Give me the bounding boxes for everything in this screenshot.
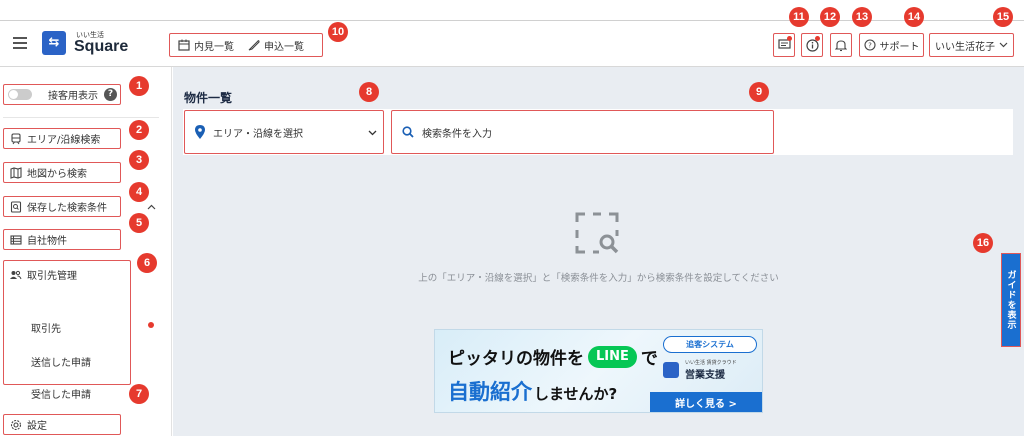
sidebar-subitem-sent-requests[interactable]: 送信した申請	[31, 354, 91, 369]
sidebar-subitem-partners[interactable]: 取引先	[31, 320, 61, 335]
message-button[interactable]	[773, 33, 795, 57]
search-placeholder: 検索条件を入力	[422, 128, 492, 140]
sidebar-item-area-search[interactable]: エリア/沿線検索	[3, 128, 121, 149]
page-title: 物件一覧	[184, 91, 233, 105]
annotation-badge: 6	[137, 253, 157, 273]
notification-button[interactable]	[830, 33, 852, 57]
people-icon	[10, 270, 22, 279]
viewing-list-link[interactable]: 内見一覧	[178, 38, 234, 53]
quick-links: 内見一覧 申込一覧	[169, 33, 323, 57]
customer-mode-toggle[interactable]: 接客用表示 ?	[3, 84, 121, 105]
line-promo-banner[interactable]: ピッタリの物件を LINE で 自動紹介 しませんか? 追客システム いい生活 …	[434, 329, 763, 413]
chevron-down-icon	[368, 130, 377, 136]
bell-icon	[835, 39, 847, 51]
annotation-badge: 7	[129, 384, 149, 404]
annotation-badge: 16	[973, 233, 993, 253]
annotation-badge: 1	[129, 76, 149, 96]
banner-subheadline: 自動紹介 しませんか?	[448, 376, 617, 406]
notification-dot	[148, 322, 154, 328]
chevron-down-icon	[999, 42, 1008, 48]
banner-text-b: で	[640, 349, 658, 369]
customer-mode-label: 接客用表示	[48, 91, 98, 102]
location-pin-icon	[195, 125, 205, 139]
empty-state-message: 上の「エリア・沿線を選択」と「検索条件を入力」から検索条件を設定してください	[418, 273, 779, 284]
banner-cta-button[interactable]: 詳しく見る >	[650, 392, 762, 412]
help-circle-icon: ?	[863, 39, 876, 51]
brand-name[interactable]: Square	[74, 38, 128, 56]
area-line-select[interactable]: エリア・沿線を選択	[184, 110, 384, 154]
sidebar-item-saved-search[interactable]: 保存した検索条件	[3, 196, 121, 217]
sidebar-item-label: 保存した検索条件	[27, 203, 107, 214]
train-icon	[11, 132, 21, 144]
top-header: ⇆ いい生活 Square 内見一覧 申込一覧 ? サポート いい生活花子	[0, 21, 1024, 67]
sidebar-item-map-search[interactable]: 地図から検索	[3, 162, 121, 183]
annotation-badge: 11	[789, 7, 809, 27]
banner-brand: いい生活 賃貸クラウド 営業支援	[663, 359, 757, 381]
search-bar: エリア・沿線を選択 検索条件を入力	[183, 109, 1013, 155]
banner-text-c: しませんか?	[534, 385, 618, 403]
banner-brand-small: いい生活 賃貸クラウド	[685, 360, 737, 366]
sidebar-item-label: エリア/沿線検索	[27, 135, 101, 146]
annotation-badge: 13	[852, 7, 872, 27]
map-icon	[10, 166, 22, 179]
sidebar-item-own-properties[interactable]: 自社物件	[3, 229, 121, 250]
support-label: サポート	[879, 41, 920, 53]
quill-icon	[248, 40, 260, 51]
notification-dot	[787, 36, 792, 41]
calendar-icon	[178, 39, 190, 51]
list-icon	[10, 234, 22, 245]
banner-highlight: 自動紹介	[448, 380, 532, 404]
annotation-badge: 4	[129, 182, 149, 202]
svg-text:?: ?	[868, 42, 872, 50]
annotation-badge: 9	[749, 82, 769, 102]
user-menu[interactable]: いい生活花子	[929, 33, 1014, 57]
menu-icon[interactable]	[13, 37, 27, 49]
search-condition-input[interactable]: 検索条件を入力	[391, 110, 774, 154]
sidebar-item-label: 自社物件	[27, 236, 67, 247]
app-window: ⇆ いい生活 Square 内見一覧 申込一覧 ? サポート いい生活花子 接客…	[0, 20, 1024, 436]
sidebar-subitem-received-requests[interactable]: 受信した申請	[31, 386, 91, 401]
viewing-list-label: 内見一覧	[194, 41, 234, 53]
annotation-badge: 3	[129, 150, 149, 170]
brand-logo-icon: ⇆	[42, 31, 66, 55]
annotation-badge: 10	[328, 22, 348, 42]
toggle-switch[interactable]	[8, 89, 32, 100]
sidebar-item-label: 地図から検索	[27, 169, 87, 180]
application-list-label: 申込一覧	[264, 41, 304, 53]
brand-logo-icon	[663, 362, 679, 378]
sidebar-item-partner-management[interactable]: 取引先管理	[3, 264, 121, 285]
main-content: 物件一覧 エリア・沿線を選択 検索条件を入力 上の「エリア・沿線を選択」と「検索…	[173, 67, 1024, 436]
divider	[3, 117, 159, 118]
annotation-badge: 8	[359, 82, 379, 102]
support-button[interactable]: ? サポート	[859, 33, 924, 57]
gear-icon	[10, 419, 22, 430]
line-badge: LINE	[588, 345, 637, 368]
help-icon[interactable]: ?	[104, 88, 117, 101]
search-icon	[402, 126, 414, 138]
empty-search-icon	[575, 212, 619, 254]
show-guide-tab[interactable]: ガイドを表示	[1001, 253, 1021, 347]
annotation-badge: 2	[129, 120, 149, 140]
sidebar-item-label: 取引先管理	[27, 271, 77, 282]
banner-headline: ピッタリの物件を LINE で	[448, 344, 658, 369]
saved-search-icon	[10, 200, 22, 213]
user-name: いい生活花子	[935, 41, 995, 53]
annotation-badge: 15	[993, 7, 1013, 27]
annotation-badge: 5	[129, 213, 149, 233]
sidebar-item-settings[interactable]: 設定	[3, 414, 121, 435]
banner-system-label: 追客システム	[663, 336, 757, 353]
annotation-badge: 14	[904, 7, 924, 27]
banner-product-info: 追客システム いい生活 賃貸クラウド 営業支援	[663, 336, 757, 381]
area-select-label: エリア・沿線を選択	[213, 128, 303, 140]
banner-text-a: ピッタリの物件を	[448, 349, 584, 369]
sidebar-item-label: 設定	[27, 421, 47, 432]
info-button[interactable]	[801, 33, 823, 57]
banner-brand-name: 営業支援	[685, 370, 725, 381]
annotation-badge: 12	[820, 7, 840, 27]
chevron-up-icon[interactable]	[147, 204, 156, 210]
application-list-link[interactable]: 申込一覧	[248, 38, 304, 53]
notification-dot	[815, 36, 820, 41]
